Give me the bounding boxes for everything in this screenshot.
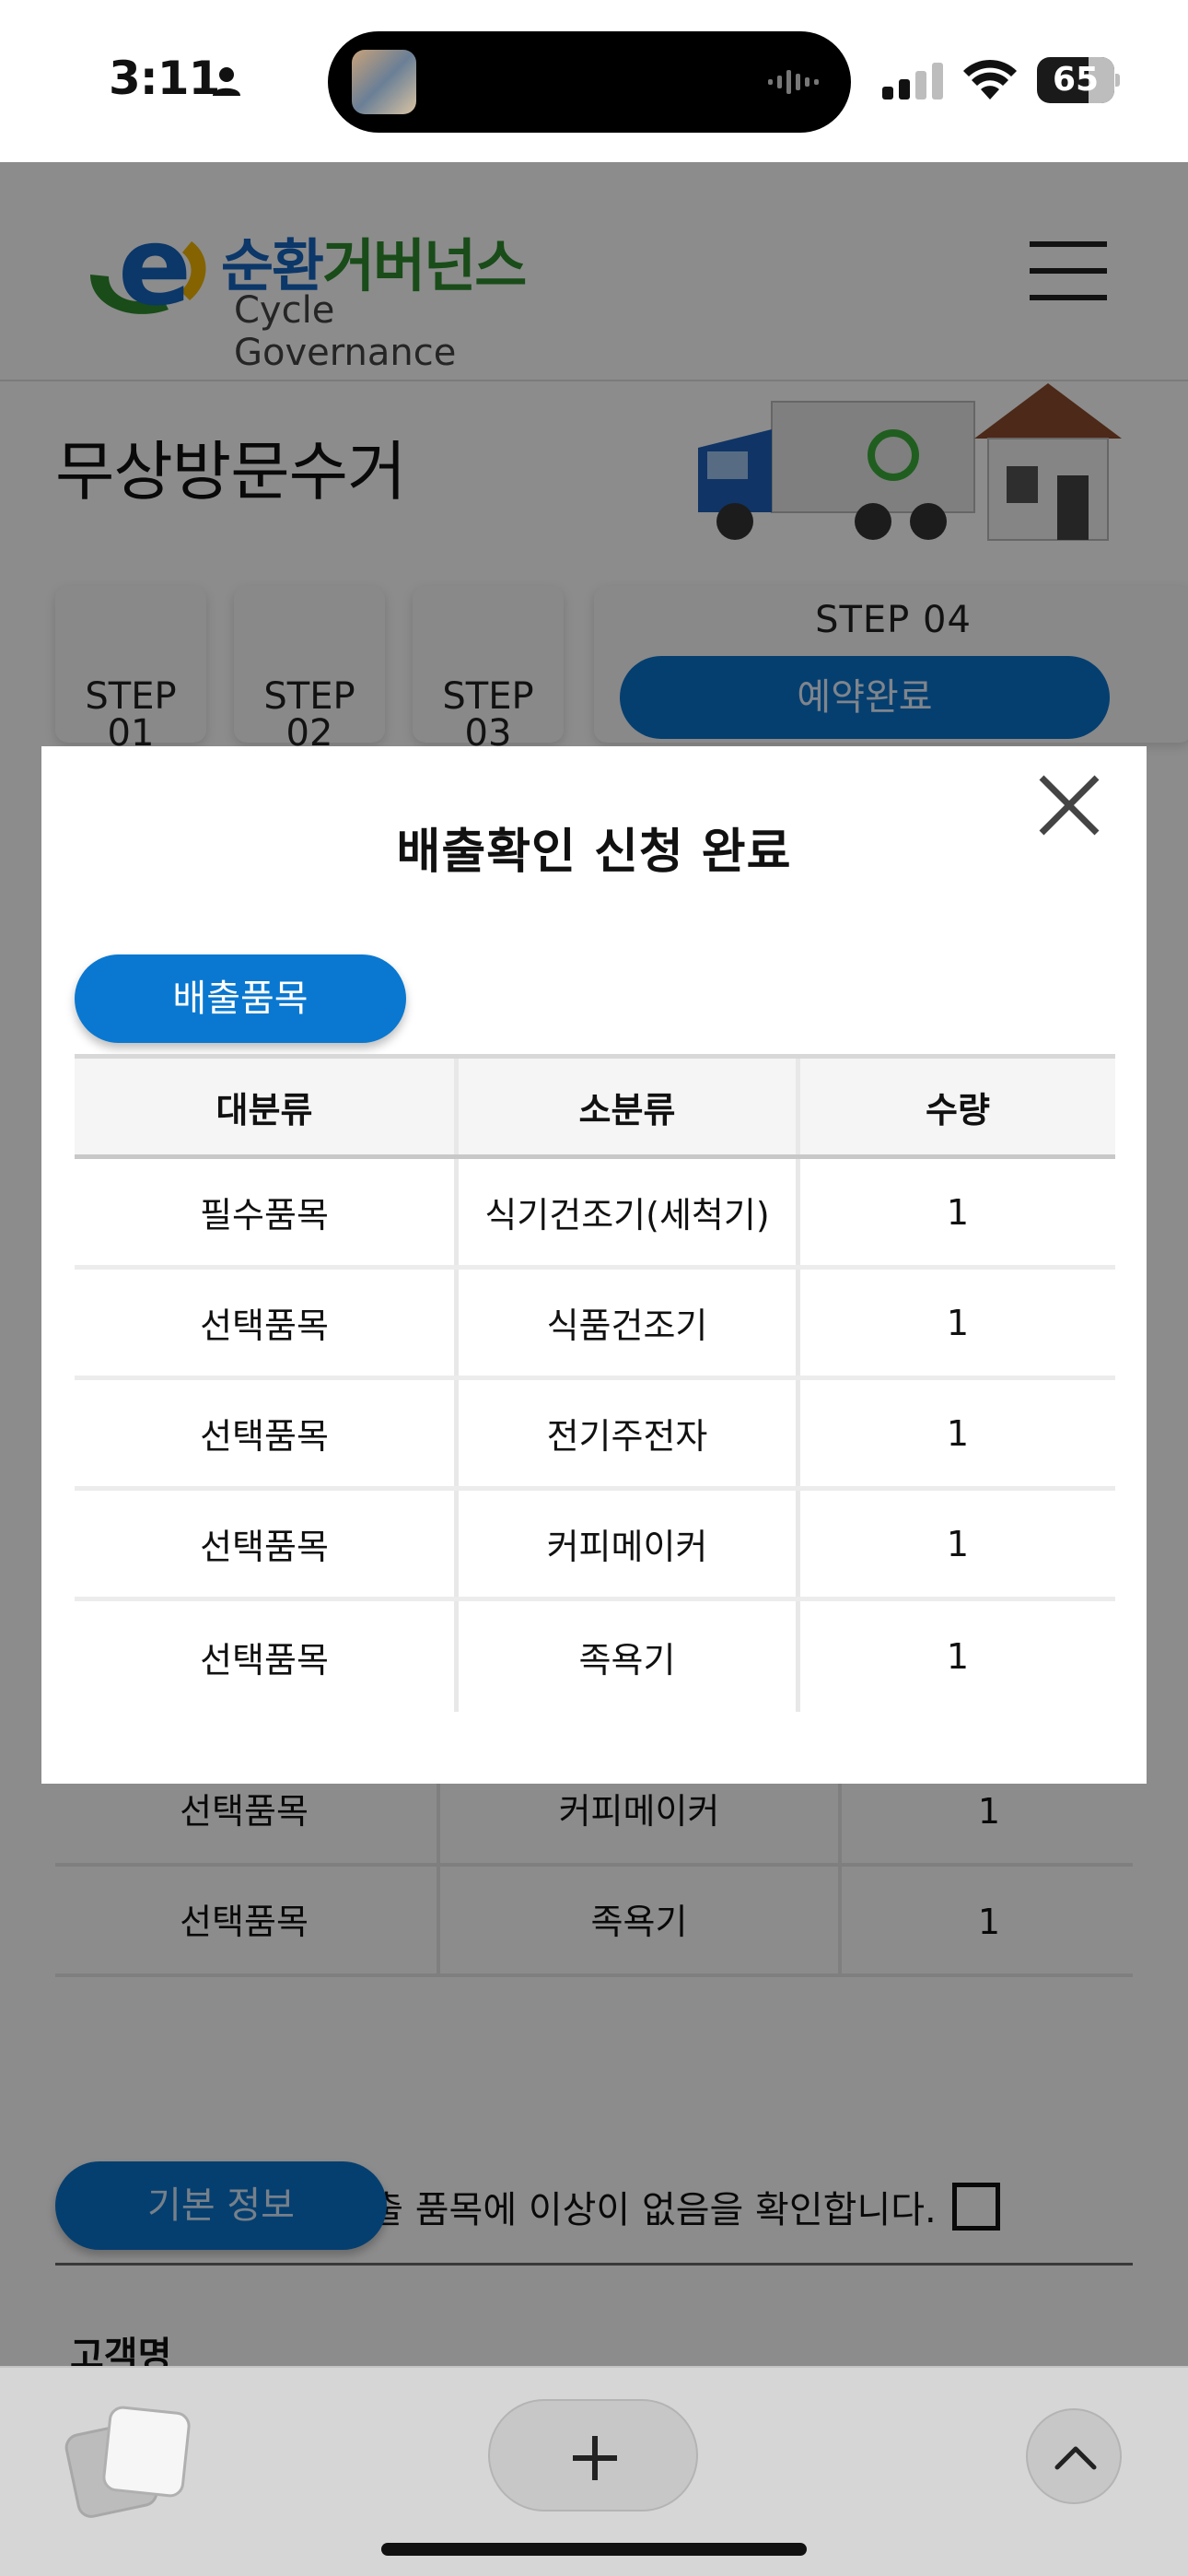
column-header-category: 대분류	[215, 1089, 313, 1130]
chevron-up-icon	[1054, 2446, 1097, 2470]
wifi-icon	[963, 59, 1017, 100]
table-row: 선택품목 커피메이커 1	[75, 1491, 1115, 1601]
discharge-items-table: 대분류 소분류 수량 필수품목 식기건조기(세척기) 1 선택품목 식품건조기 …	[75, 1054, 1115, 1712]
table-row: 필수품목 식기건조기(세척기) 1	[75, 1159, 1115, 1270]
person-icon	[213, 67, 240, 96]
column-header-subcategory: 소분류	[454, 1059, 800, 1154]
new-tab-button[interactable]	[488, 2399, 698, 2512]
plus-icon	[573, 2436, 617, 2480]
tabs-icon[interactable]	[64, 2401, 193, 2521]
cellular-signal-icon	[882, 63, 943, 100]
table-header: 대분류 소분류 수량	[75, 1054, 1115, 1159]
modal-title: 배출확인 신청 완료	[396, 825, 792, 880]
battery-level: 65	[1052, 61, 1100, 99]
discharge-confirm-modal: 배출확인 신청 완료 배출품목 대분류 소분류 수량 필수품목 식기건조기(세척…	[41, 746, 1147, 1784]
table-row: 선택품목 족욕기 1	[75, 1601, 1115, 1712]
dynamic-island[interactable]	[328, 31, 851, 133]
column-header-quantity: 수량	[926, 1089, 990, 1130]
status-bar: 3:11 65	[0, 0, 1188, 162]
audio-wave-icon	[768, 70, 819, 94]
scroll-to-top-button[interactable]	[1026, 2408, 1122, 2504]
table-row: 선택품목 식품건조기 1	[75, 1270, 1115, 1380]
now-playing-thumbnail	[352, 50, 416, 114]
status-time: 3:11	[109, 52, 220, 105]
home-indicator	[381, 2543, 807, 2556]
discharge-items-button[interactable]: 배출품목	[75, 954, 406, 1043]
battery-indicator: 65	[1037, 57, 1120, 103]
table-row: 선택품목 전기주전자 1	[75, 1380, 1115, 1491]
